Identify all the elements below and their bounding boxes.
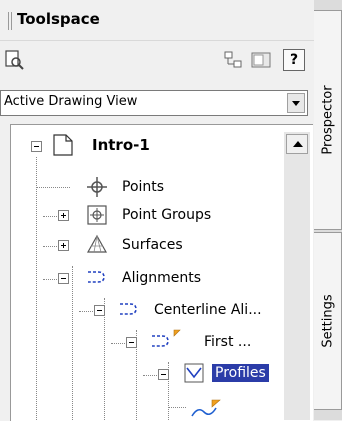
collapse-toggle[interactable] — [58, 273, 69, 284]
tree-item-profiles[interactable]: Profiles — [212, 364, 269, 382]
collapse-toggle[interactable] — [31, 141, 42, 152]
view-selector-value: Active Drawing View — [4, 94, 138, 109]
collapse-toggle[interactable] — [158, 369, 169, 380]
panel-icon[interactable] — [250, 49, 272, 71]
collapse-toggle[interactable] — [94, 305, 105, 316]
tree-guide-line — [36, 187, 70, 188]
tree-item-drawing[interactable]: Intro-1 — [92, 136, 150, 154]
profiles-icon — [184, 363, 204, 383]
tree-guide-line — [72, 266, 73, 420]
palette-title: Toolspace — [17, 10, 100, 28]
surfaces-icon — [86, 234, 108, 253]
tree-guide-line — [168, 407, 186, 408]
help-button[interactable]: ? — [283, 49, 305, 71]
expand-toggle[interactable] — [58, 240, 69, 251]
tree-guide-line — [143, 375, 157, 376]
tree-guide-line — [43, 279, 57, 280]
view-selector-dropdown[interactable]: Active Drawing View — [0, 90, 308, 116]
tree-item-point-groups[interactable]: Point Groups — [122, 207, 211, 223]
drawing-document-icon — [53, 134, 73, 156]
scroll-up-button[interactable] — [286, 134, 308, 154]
tree-item-first[interactable]: First ... — [204, 334, 251, 350]
tree-guide-line — [79, 311, 93, 312]
tree-item-points[interactable]: Points — [122, 179, 164, 195]
tree-guide-line — [36, 157, 37, 420]
drag-grip-icon[interactable] — [8, 12, 9, 30]
tab-settings[interactable]: Settings — [314, 232, 342, 410]
tree-guide-line — [43, 216, 57, 217]
tree-toggle-icon[interactable] — [222, 49, 244, 71]
chevron-down-icon[interactable] — [287, 93, 305, 113]
alignments-icon — [88, 271, 105, 283]
point-groups-icon — [87, 205, 107, 225]
flagged-alignment-icon — [152, 329, 181, 347]
points-icon — [87, 177, 107, 197]
collapse-toggle[interactable] — [126, 337, 137, 348]
tab-prospector-label: Prospector — [320, 85, 335, 155]
tree-item-surfaces[interactable]: Surfaces — [122, 237, 183, 253]
tree-guide-line — [111, 343, 125, 344]
alignment-icon — [120, 303, 137, 315]
tree-guide-line — [104, 298, 105, 420]
palette-title-bar[interactable]: Toolspace — [0, 0, 314, 41]
expand-toggle[interactable] — [58, 210, 69, 221]
tree-scrollbar[interactable] — [284, 132, 310, 420]
magnify-page-icon[interactable] — [4, 49, 26, 71]
profile-item-icon — [191, 399, 221, 417]
tree-item-centerline-alignment[interactable]: Centerline Ali... — [154, 302, 262, 318]
tree-item-alignments[interactable]: Alignments — [122, 270, 201, 286]
tab-settings-label: Settings — [320, 294, 335, 348]
tree-guide-line — [43, 246, 57, 247]
tab-prospector[interactable]: Prospector — [314, 10, 342, 230]
